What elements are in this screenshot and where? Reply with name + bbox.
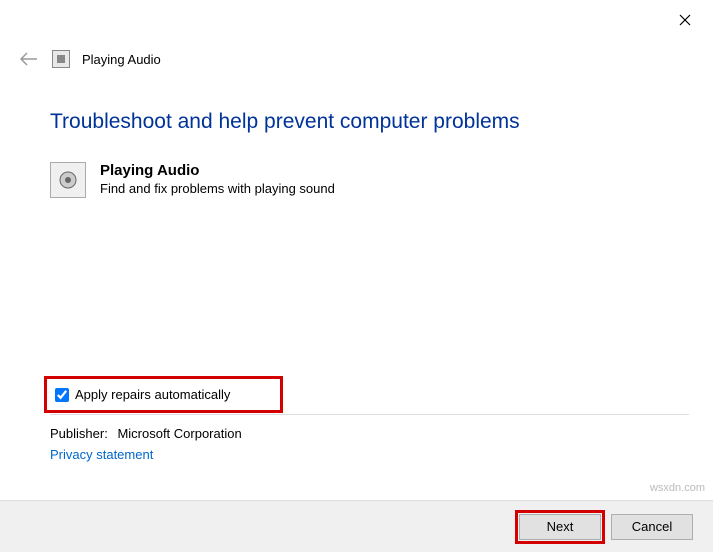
publisher-row: Publisher: Microsoft Corporation [50, 426, 242, 441]
publisher-label: Publisher: [50, 426, 108, 441]
divider [50, 414, 689, 415]
apply-repairs-label: Apply repairs automatically [75, 387, 230, 402]
section-description: Find and fix problems with playing sound [100, 181, 335, 196]
close-icon [679, 14, 691, 26]
privacy-statement-link[interactable]: Privacy statement [50, 447, 242, 462]
content-area: Troubleshoot and help prevent computer p… [50, 110, 689, 238]
window-title: Playing Audio [82, 52, 161, 67]
back-button[interactable] [18, 48, 40, 70]
troubleshooter-icon [52, 50, 70, 68]
apply-repairs-group: Apply repairs automatically [44, 376, 283, 413]
troubleshooter-section: Playing Audio Find and fix problems with… [50, 162, 689, 198]
cancel-button[interactable]: Cancel [611, 514, 693, 540]
close-button[interactable] [675, 10, 695, 30]
section-title: Playing Audio [100, 162, 335, 179]
button-bar: Next Cancel [0, 500, 713, 552]
meta-info: Publisher: Microsoft Corporation Privacy… [50, 426, 242, 462]
audio-icon [50, 162, 86, 198]
page-heading: Troubleshoot and help prevent computer p… [50, 110, 689, 134]
arrow-left-icon [20, 52, 38, 66]
apply-repairs-checkbox[interactable] [55, 388, 69, 402]
watermark: wsxdn.com [650, 482, 705, 494]
section-text: Playing Audio Find and fix problems with… [100, 162, 335, 198]
next-button[interactable]: Next [519, 514, 601, 540]
header-bar: Playing Audio [18, 48, 161, 70]
publisher-value: Microsoft Corporation [117, 426, 241, 441]
